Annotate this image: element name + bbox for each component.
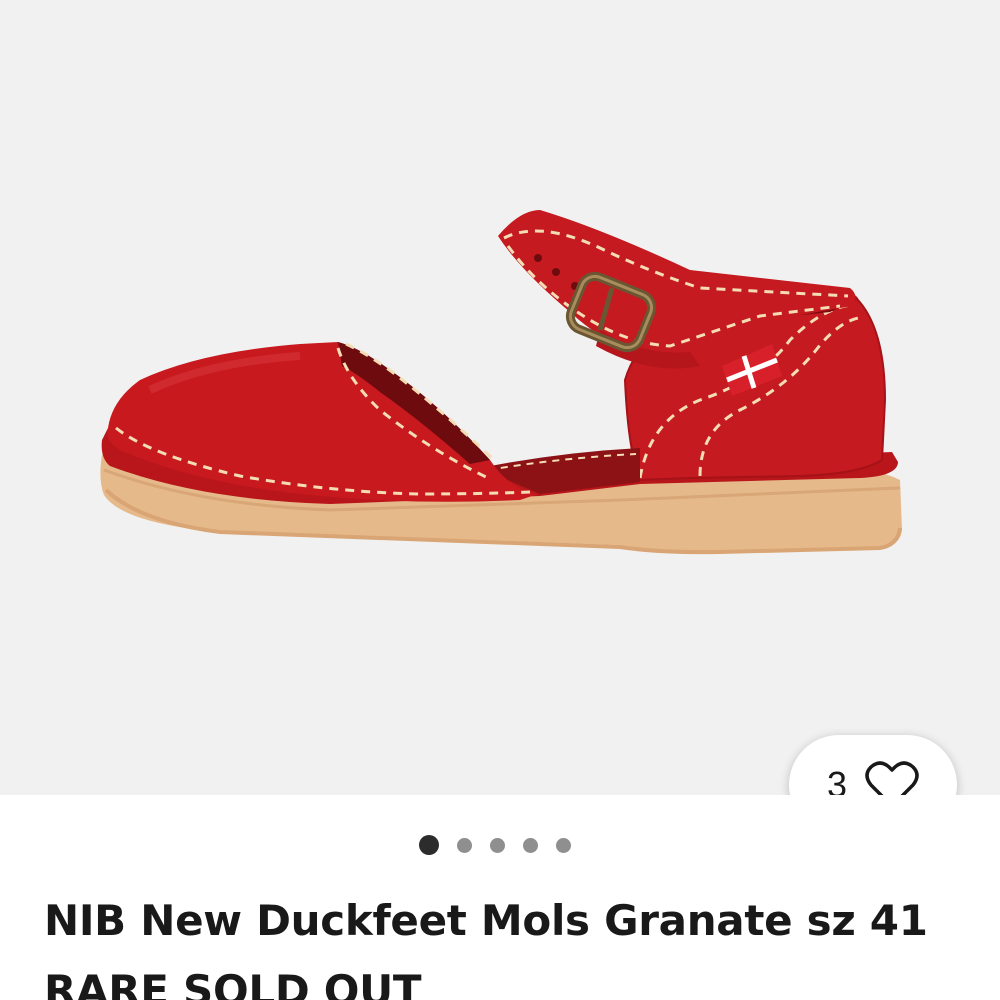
carousel-dot-4[interactable] [523, 837, 538, 853]
product-image[interactable] [0, 0, 1000, 795]
carousel-pagination [0, 834, 1000, 856]
carousel-dot-1[interactable] [419, 835, 439, 855]
listing-page: 3 NIB New Duckfeet Mols Granate sz 41 RA… [0, 0, 1000, 1000]
carousel-dot-5[interactable] [556, 837, 571, 853]
watchers-button[interactable]: 3 [789, 735, 957, 795]
carousel-dot-2[interactable] [457, 837, 472, 853]
carousel-dot-3[interactable] [490, 837, 505, 853]
image-gallery[interactable]: 3 [0, 0, 1000, 795]
listing-title: NIB New Duckfeet Mols Granate sz 41 RARE… [44, 896, 928, 1000]
watchers-count: 3 [826, 764, 848, 795]
heart-outline-icon [865, 761, 919, 795]
